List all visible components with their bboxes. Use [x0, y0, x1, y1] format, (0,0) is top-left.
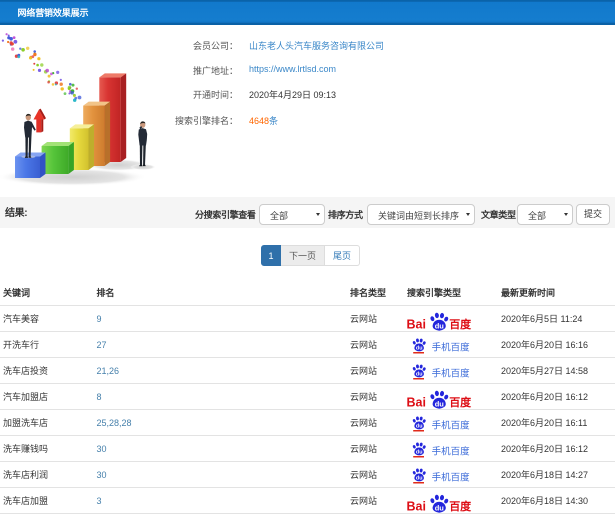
svg-text:百度: 百度 [449, 395, 472, 409]
svg-text:Bai: Bai [407, 500, 426, 513]
svg-text:手机百度: 手机百度 [432, 419, 471, 431]
svg-text:手机百度: 手机百度 [432, 471, 471, 483]
svg-text:Bai: Bai [407, 318, 426, 331]
svg-text:百度: 百度 [449, 317, 472, 331]
svg-text:百度: 百度 [449, 499, 472, 513]
svg-text:Bai: Bai [407, 396, 426, 409]
svg-text:手机百度: 手机百度 [432, 445, 471, 457]
svg-text:手机百度: 手机百度 [432, 341, 471, 353]
svg-text:手机百度: 手机百度 [432, 367, 471, 379]
